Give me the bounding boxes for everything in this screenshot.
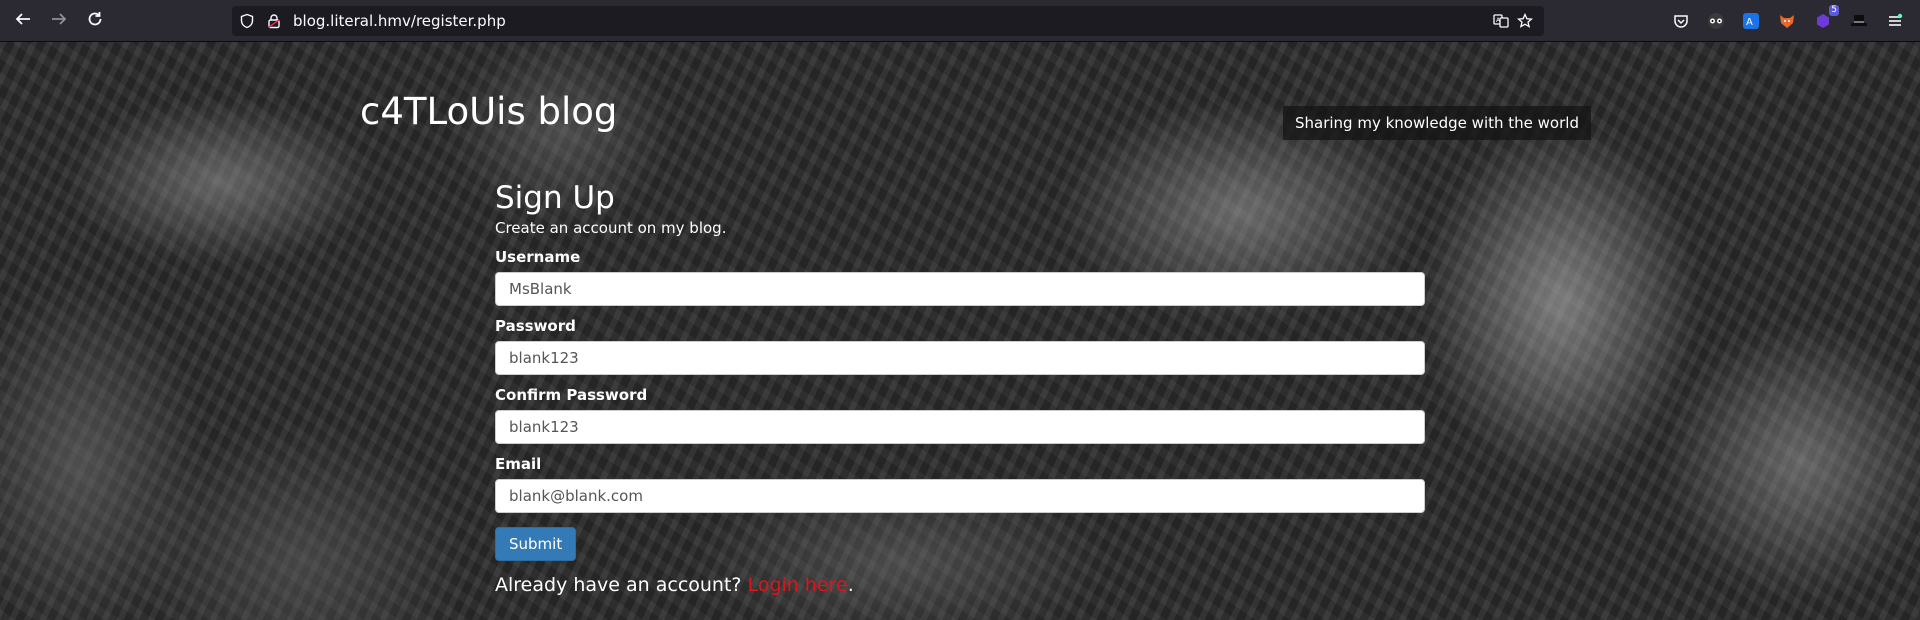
- email-input[interactable]: blank@blank.com: [495, 479, 1425, 513]
- arrow-right-icon: [50, 10, 68, 33]
- url-bar[interactable]: blog.literal.hmv/register.php A: [232, 6, 1544, 36]
- extension-badge: 5: [1829, 5, 1839, 16]
- bookmark-star-icon[interactable]: [1516, 12, 1534, 30]
- page-content: c4TLoUis blog Sharing my knowledge with …: [0, 42, 1920, 620]
- password-label: Password: [495, 317, 576, 335]
- fox-icon[interactable]: [1777, 11, 1797, 31]
- login-prompt-text: Already have an account?: [495, 574, 748, 596]
- confirm-password-label: Confirm Password: [495, 386, 648, 404]
- pocket-icon[interactable]: [1671, 11, 1691, 31]
- signup-form: Sign Up Create an account on my blog. Us…: [495, 178, 1425, 597]
- username-label: Username: [495, 248, 581, 266]
- username-input[interactable]: MsBlank: [495, 272, 1425, 306]
- tracker-icon[interactable]: [1706, 11, 1726, 31]
- login-link[interactable]: Login here: [748, 574, 848, 596]
- url-text[interactable]: blog.literal.hmv/register.php: [293, 12, 506, 30]
- forward-button[interactable]: [46, 8, 72, 34]
- browser-toolbar: blog.literal.hmv/register.php A A 5: [0, 0, 1920, 42]
- menu-icon[interactable]: [1885, 11, 1905, 31]
- translate-page-icon[interactable]: A: [1492, 12, 1510, 30]
- submit-button[interactable]: Submit: [495, 527, 577, 561]
- lock-icon[interactable]: [265, 12, 283, 30]
- site-tagline: Sharing my knowledge with the world: [1283, 106, 1591, 140]
- extension-badge-icon[interactable]: 5: [1813, 5, 1839, 31]
- hat-icon[interactable]: [1849, 11, 1869, 31]
- translate-icon[interactable]: A: [1741, 11, 1761, 31]
- shield-icon[interactable]: [238, 12, 256, 30]
- email-label: Email: [495, 455, 542, 473]
- password-input[interactable]: blank123: [495, 341, 1425, 375]
- site-title[interactable]: c4TLoUis blog: [360, 90, 617, 133]
- reload-icon: [86, 10, 104, 33]
- form-heading: Sign Up: [495, 180, 615, 216]
- arrow-left-icon: [14, 10, 32, 33]
- confirm-password-input[interactable]: blank123: [495, 410, 1425, 444]
- login-prompt: Already have an account? Login here.: [495, 573, 1425, 597]
- back-button[interactable]: [10, 8, 36, 34]
- reload-button[interactable]: [82, 8, 108, 34]
- form-subtitle: Create an account on my blog.: [495, 219, 727, 237]
- login-prompt-suffix: .: [847, 574, 854, 596]
- svg-text:A: A: [1746, 17, 1753, 28]
